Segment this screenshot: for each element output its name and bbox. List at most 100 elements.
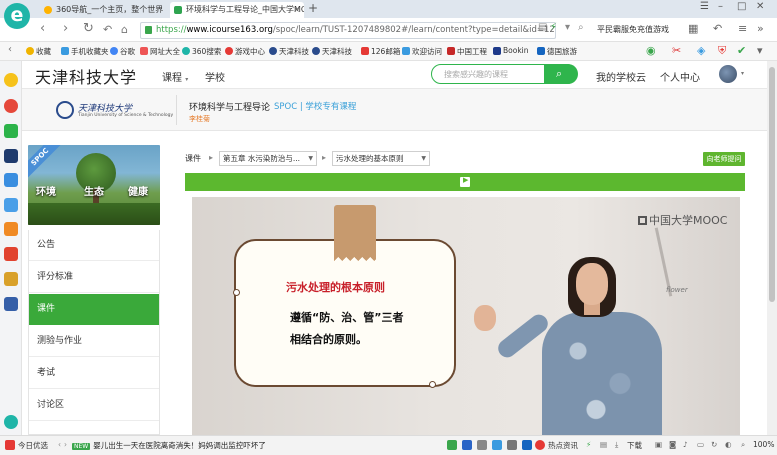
screen-icon[interactable]: ▣ [655,440,662,449]
app-sidebar-icon[interactable] [4,222,18,236]
doc-icon[interactable]: ▤ [600,440,607,449]
overflow-icon[interactable]: » [757,22,764,35]
chapter-select[interactable]: 第五章 水污染防治与... ▼ [219,151,317,166]
chevron-down-icon[interactable]: ▾ [741,70,744,77]
status-next-icon[interactable]: › [64,440,67,449]
search-input[interactable]: 搜索感兴趣的课程 ⌕ [431,64,578,84]
page-icon[interactable]: ▤ [538,22,547,33]
tab-course[interactable]: 环境科学与工程导论_中国大学MOOC × [170,2,304,18]
bookmark-item[interactable]: 欢迎访问 [402,46,442,57]
nav-school[interactable]: 学校 [205,69,225,84]
refresh-icon[interactable]: ↻ [711,440,717,449]
bolt-icon[interactable]: ⚡ [550,22,557,33]
bookmark-item[interactable]: 收藏 [26,46,51,57]
forward-icon[interactable]: › [63,21,68,36]
tool-icon[interactable] [447,440,457,450]
menu-item-courseware[interactable]: 课件 [29,294,159,325]
volume-icon[interactable]: ◐ [725,440,732,449]
bookmark-item[interactable]: 中国工程 [447,46,487,57]
bookmark-tool-icon[interactable]: ◉ [646,44,656,57]
hot-news-link[interactable]: 热点资讯 [548,440,578,451]
add-sidebar-icon[interactable] [4,415,18,429]
speed-icon[interactable]: ⚡ [586,440,591,449]
360-browser-logo-icon[interactable]: e [4,3,30,29]
more-icon[interactable]: ▾ [757,44,763,57]
ask-teacher-button[interactable]: 向老师提问 [703,152,745,166]
dropdown-icon[interactable]: ▾ [565,22,570,33]
download-icon[interactable]: ⤓ [615,440,618,450]
tab-360-home[interactable]: 360导航_一个主页，整个世界 [40,2,168,18]
tool-icon[interactable] [492,440,502,450]
tool-icon[interactable] [507,440,517,450]
address-bar[interactable]: https://www.icourse163.org/spoc/learn/TU… [140,22,556,39]
site-name[interactable]: 天津科技大学 [35,64,137,88]
check-icon[interactable]: ✔ [737,44,746,57]
search-button[interactable]: ⌕ [544,64,578,84]
bookmark-item[interactable]: 游戏中心 [225,46,265,57]
my-school-cloud-link[interactable]: 我的学校云 [596,69,646,84]
undo-icon[interactable]: ↶ [103,23,112,36]
nav-courses[interactable]: 课程 ▾ [162,69,188,84]
university-logo[interactable]: 天津科技大学 Tianjin University of Science & T… [56,100,173,122]
zoom-icon[interactable]: ⌕ [741,440,745,450]
refresh-icon[interactable]: ↻ [83,21,94,36]
grid-icon[interactable]: ▦ [688,22,698,35]
status-prev-icon[interactable]: ‹ [58,440,61,449]
breadcrumb-label[interactable]: 课件 [185,153,201,164]
bookmark-item[interactable]: 126邮箱 [361,46,400,57]
bookmark-item[interactable]: 网址大全 [140,46,180,57]
menu-icon[interactable]: ☰ [700,1,709,12]
menu-item-announcements[interactable]: 公告 [29,230,159,261]
window-icon[interactable]: ▭ [697,440,704,449]
avatar[interactable] [719,65,737,83]
bookmark-item[interactable]: Bookin [493,46,529,55]
video-player[interactable]: 中国大学MOOC flower 污水处理的根本原则 遵循“防、治、管”三者 相结… [192,197,740,435]
maximize-icon[interactable]: □ [737,1,746,12]
course-teacher[interactable]: 李桂菊 [189,114,210,124]
scissors-icon[interactable]: ✂ [672,44,681,57]
undo-close-icon[interactable]: ↶ [713,22,722,35]
bookmark-item[interactable]: 手机收藏夹 [61,46,109,57]
personal-center-link[interactable]: 个人中心 [660,69,700,84]
game-pad-icon[interactable]: ◈ [697,44,705,57]
tool-icon[interactable] [522,440,532,450]
download-link[interactable]: 下载 [627,440,642,451]
menu-item-forum[interactable]: 讨论区 [29,390,159,421]
menu-lines-icon[interactable]: ≡ [738,22,747,35]
menu-item-exams[interactable]: 考试 [29,358,159,389]
bookmark-item[interactable]: 天津科技 [269,46,309,57]
promo-link[interactable]: 平民霸服免充值游戏 [597,24,669,35]
vertical-scrollbar[interactable] [767,61,777,435]
video-unit-icon[interactable]: ▶ [460,176,470,187]
scrollbar-thumb[interactable] [769,67,775,302]
news-ticker[interactable]: NEW 婴儿出生一天在医院离奇消失！妈妈调出监控吓坏了 [72,440,266,451]
shield-icon[interactable]: ⛨ [718,44,726,58]
bookmark-item[interactable]: 德国旅游 [537,46,577,57]
close-tab-icon[interactable]: × [293,2,300,17]
cloud-sidebar-icon[interactable] [4,198,18,212]
tool-icon[interactable] [462,440,472,450]
minimize-icon[interactable]: – [718,1,723,12]
game2-sidebar-icon[interactable] [4,272,18,286]
game3-sidebar-icon[interactable] [4,297,18,311]
lesson-select[interactable]: 污水处理的基本原则 ▼ [332,151,430,166]
new-tab-button[interactable]: + [308,1,318,15]
course-title[interactable]: 环境科学与工程导论 [189,100,270,113]
today-picks-link[interactable]: 今日优选 [18,440,48,451]
game-sidebar-icon[interactable] [4,247,18,261]
close-window-icon[interactable]: ✕ [756,1,764,12]
mail-sidebar-icon[interactable] [4,124,18,138]
zoom-level[interactable]: 100% [753,440,774,449]
bookmark-collapse-icon[interactable]: ‹ [8,44,12,55]
bookmark-item[interactable]: 天津科技 [312,46,352,57]
menu-item-quizzes[interactable]: 测验与作业 [29,326,159,357]
bookmark-item[interactable]: 360搜索 [182,46,221,57]
menu-item-grading[interactable]: 评分标准 [29,262,159,293]
home-icon[interactable]: ⌂ [121,23,128,36]
doc-sidebar-icon[interactable] [4,173,18,187]
search-engine-icon[interactable]: ⌕ [578,22,584,33]
favorites-sidebar-icon[interactable] [4,73,18,87]
back-icon[interactable]: ‹ [40,21,45,36]
camera-icon[interactable]: ◙ [669,440,676,449]
tool-icon[interactable] [477,440,487,450]
